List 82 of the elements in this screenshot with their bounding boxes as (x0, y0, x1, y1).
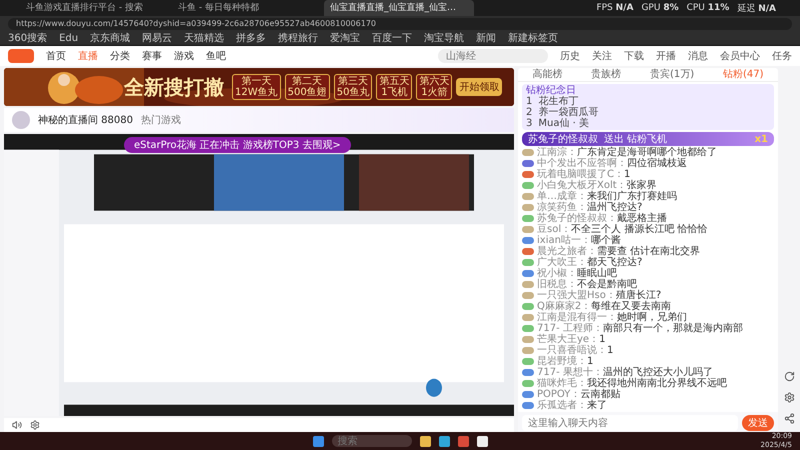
nav-link[interactable]: 首页 (46, 49, 66, 63)
chat-tab[interactable]: 贵族榜 (591, 68, 622, 81)
bookmark[interactable]: 百度一下 (372, 32, 412, 44)
bookmark[interactable]: 网易云 (142, 32, 172, 44)
header-action[interactable]: 关注 (592, 49, 612, 63)
room-title: 神秘的直播间 88080 (38, 114, 133, 127)
gift-text: 送出 钻粉飞机 (604, 132, 668, 146)
chat-message: Q麻麻家2：每维在又要去南南 (537, 301, 672, 312)
bookmark[interactable]: 拼多多 (236, 32, 266, 44)
chat-tab[interactable]: 高能榜 (532, 68, 562, 81)
chat-message: 中个发出不应答啊：四位宿城枝返 (537, 158, 687, 169)
rank-name[interactable]: 养一袋西瓜哥 (538, 107, 598, 118)
header-action[interactable]: 会员中心 (720, 49, 760, 63)
rank-title: 钻粉纪念日 (526, 85, 576, 96)
performance-readout: GPU 8% (641, 3, 679, 13)
reward-card: 第二天 500鱼翅 (284, 74, 330, 100)
chat-message: 717- 果想十：温州的飞控还大小儿吗了 (537, 367, 713, 378)
chat-message: 一只喜香唔说：1 (537, 345, 614, 356)
claim-button[interactable]: 开始领取 (456, 78, 502, 96)
chat-tab[interactable]: 贵宾(1万) (650, 68, 694, 81)
chat-message: 祝小椒：睡眠山吧 (537, 268, 617, 279)
header-action[interactable]: 开播 (656, 49, 676, 63)
reward-card: 第一天 12W鱼丸 (232, 74, 281, 100)
chat-message: 江南是混有得一：她时啊，兄弟们 (537, 312, 687, 323)
chat-message: 玩着电脑喂援了C：1 (537, 169, 630, 180)
bookmark[interactable]: 京东商城 (90, 32, 130, 44)
gift-user: 苏兔子的怪叔叔 (528, 132, 598, 146)
bookmark[interactable]: 360搜索 (8, 32, 48, 44)
header-action[interactable]: 消息 (688, 49, 708, 63)
bookmark[interactable]: 携程旅行 (278, 32, 318, 44)
nav-link[interactable]: 游戏 (174, 49, 194, 63)
bookmark[interactable]: Edu (59, 32, 78, 44)
search-field[interactable]: 山海经 (438, 49, 548, 63)
gift-count: x1 (754, 134, 768, 144)
chat-message: 广大吹王：都天飞控达? (537, 257, 642, 268)
browser-tab[interactable]: 仙宝直播直播_仙宝直播_仙宝… (324, 0, 474, 16)
chat-input[interactable]: 这里输入聊天内容 (522, 415, 738, 431)
chat-message: POPOY：云南都贴 (537, 389, 620, 400)
chat-message: 小白兔大板牙Xolt：张家界 (537, 180, 657, 191)
browser-tab[interactable]: 斗鱼 - 每日每种特都 (172, 0, 322, 16)
rank-name[interactable]: Mua仙 · 美 (538, 118, 590, 129)
nav-link[interactable]: 分类 (110, 49, 130, 63)
reward-card: 第三天 50鱼丸 (334, 74, 372, 100)
bookmark[interactable]: 淘宝导航 (424, 32, 464, 44)
chat-message: 凉笑药鱼：温州飞控达? (537, 202, 642, 213)
reward-card: 第六天 1火箭 (416, 74, 452, 100)
header-action[interactable]: 下载 (624, 49, 644, 63)
header-action[interactable]: 任务 (772, 49, 792, 63)
nav-link[interactable]: 鱼吧 (206, 49, 226, 63)
chat-message: 717- 工程师：南部只有一个，那就是海内南部 (537, 323, 743, 334)
address-bar[interactable]: https://www.douyu.com/1457640?dyshid=a039499-2c6a28706e95527ab4600810006170 (8, 18, 792, 30)
rank-number: 1 (526, 96, 532, 107)
header-action[interactable]: 历史 (560, 49, 580, 63)
chat-message: 旧税息：不会是黔南吧 (537, 279, 637, 290)
chat-message: 一只强大盟Hso：殖唐长江? (537, 290, 662, 301)
chat-message: 猫咪炸毛：我还得地州南南北分界线不远吧 (537, 378, 727, 389)
bookmark[interactable]: 新建标签页 (508, 32, 558, 44)
nav-link[interactable]: 赛事 (142, 49, 162, 63)
chat-message: 芒果大王ye：1 (537, 334, 606, 345)
rank-number: 3 (526, 118, 532, 129)
bookmark[interactable]: 新闻 (476, 32, 496, 44)
rank-number: 2 (526, 107, 532, 118)
browser-tab[interactable]: 斗鱼游戏直播排行平台 - 搜索 (20, 0, 170, 16)
performance-readout: 延迟 N/A (737, 2, 776, 14)
chat-message: ixian咕一：哪个酱 (537, 235, 621, 246)
bookmark[interactable]: 天猫精选 (184, 32, 224, 44)
banner-headline: 全新搜打撤 (124, 74, 224, 100)
chat-message: 江南淙：广东肯定是海哥啊哪个地都给了 (537, 147, 717, 158)
performance-readout: FPS N/A (596, 3, 634, 13)
chat-message: 昆岩野境：1 (537, 356, 594, 367)
chat-message: 苏兔子的怪叔叔：戴恶格主播 (537, 213, 667, 224)
bookmark[interactable]: 爱淘宝 (330, 32, 360, 44)
performance-readout: CPU 11% (686, 3, 730, 13)
rank-name[interactable]: 花生布丁 (538, 96, 578, 107)
reward-card: 第五天 1飞机 (376, 74, 412, 100)
chat-message: 乐孤选者：来了 (537, 400, 607, 411)
chat-message: 豆sol：不全三个人 播源长江吧 恰恰恰 (537, 224, 708, 235)
category-link[interactable]: 热门游戏 (141, 113, 181, 127)
promo-strip[interactable]: eStarPro花海 正在冲击 游戏榜TOP3 去围观> (124, 137, 351, 153)
taskbar-search[interactable]: 搜索 (332, 435, 412, 447)
chat-message: 晨光之旅者：需要查 估计在南北交界 (537, 246, 700, 257)
chat-message: 单…成章：来我们广东打赛娃吗 (537, 191, 677, 202)
